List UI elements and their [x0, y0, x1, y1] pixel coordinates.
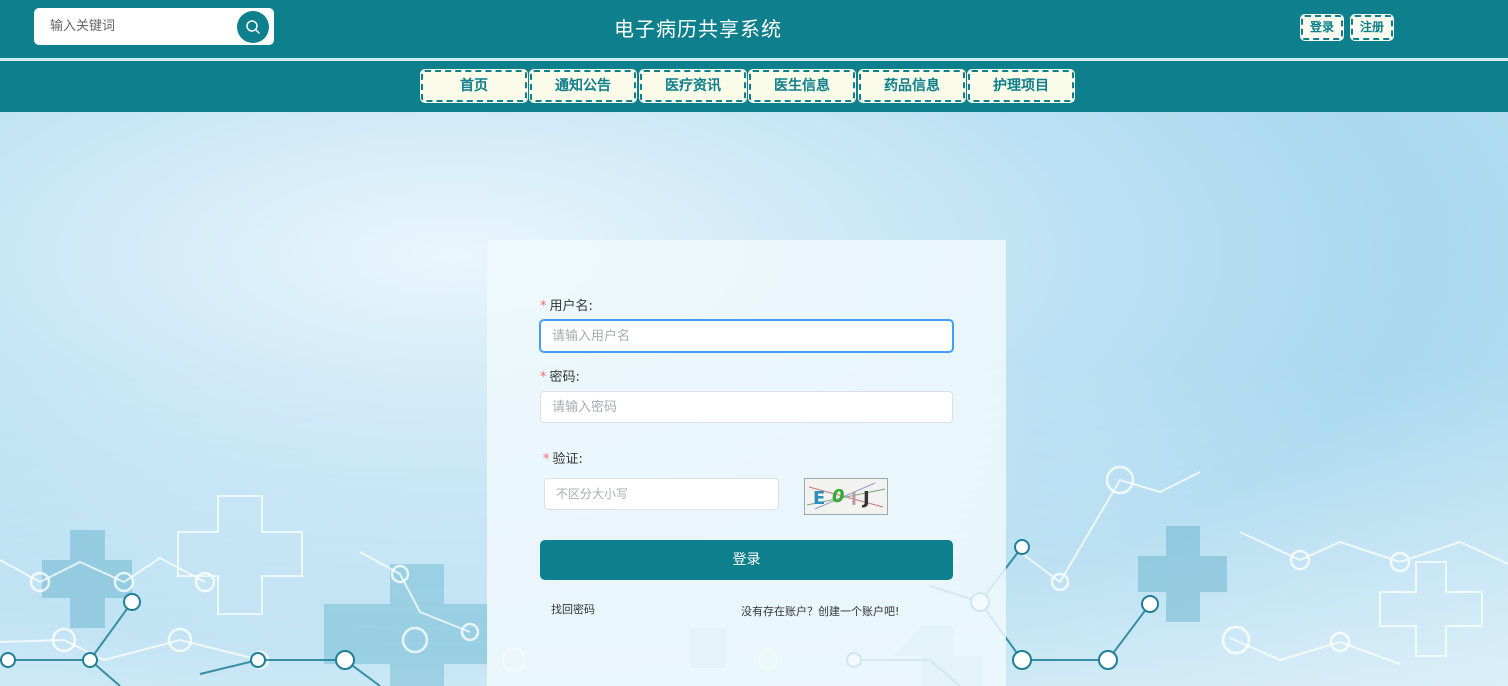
password-input[interactable] — [540, 391, 953, 423]
captcha-image[interactable]: E 0 l J — [804, 478, 888, 515]
captcha-label-text: 验证: — [552, 452, 583, 467]
required-mark: * — [540, 299, 547, 314]
nav-item-nursing[interactable]: 护理项目 — [967, 69, 1075, 103]
header: 电子病历共享系统 登录 注册 — [0, 0, 1508, 58]
password-label: * 密码: — [540, 366, 580, 385]
nav-item-home[interactable]: 首页 — [420, 69, 528, 103]
captcha-char-3: l — [851, 490, 857, 510]
username-label: * 用户名: — [540, 295, 593, 314]
login-submit-button[interactable]: 登录 — [540, 540, 953, 580]
nav-item-medical-news[interactable]: 医疗资讯 — [639, 69, 747, 103]
nav-bar: 首页 通知公告 医疗资讯 医生信息 药品信息 护理项目 — [0, 60, 1508, 112]
nav-item-announcements[interactable]: 通知公告 — [529, 69, 637, 103]
username-input[interactable] — [540, 320, 953, 352]
required-mark: * — [543, 452, 550, 467]
nav-item-medicines[interactable]: 药品信息 — [858, 69, 966, 103]
create-account-link[interactable]: 没有存在账户？创建一个账户吧! — [741, 603, 899, 619]
captcha-char-1: E — [813, 488, 825, 509]
username-label-text: 用户名: — [549, 299, 593, 314]
captcha-graphic: E 0 l J — [806, 482, 886, 510]
header-login-button[interactable]: 登录 — [1299, 14, 1345, 41]
forgot-password-link[interactable]: 找回密码 — [551, 601, 595, 617]
captcha-input[interactable] — [544, 478, 779, 510]
captcha-label: * 验证: — [543, 448, 583, 467]
captcha-char-2: 0 — [832, 486, 845, 507]
required-mark: * — [540, 370, 547, 385]
header-register-button[interactable]: 注册 — [1349, 14, 1395, 41]
nav-item-doctors[interactable]: 医生信息 — [748, 69, 856, 103]
captcha-char-4: J — [861, 488, 870, 509]
password-label-text: 密码: — [549, 370, 580, 385]
site-title: 电子病历共享系统 — [614, 17, 782, 41]
